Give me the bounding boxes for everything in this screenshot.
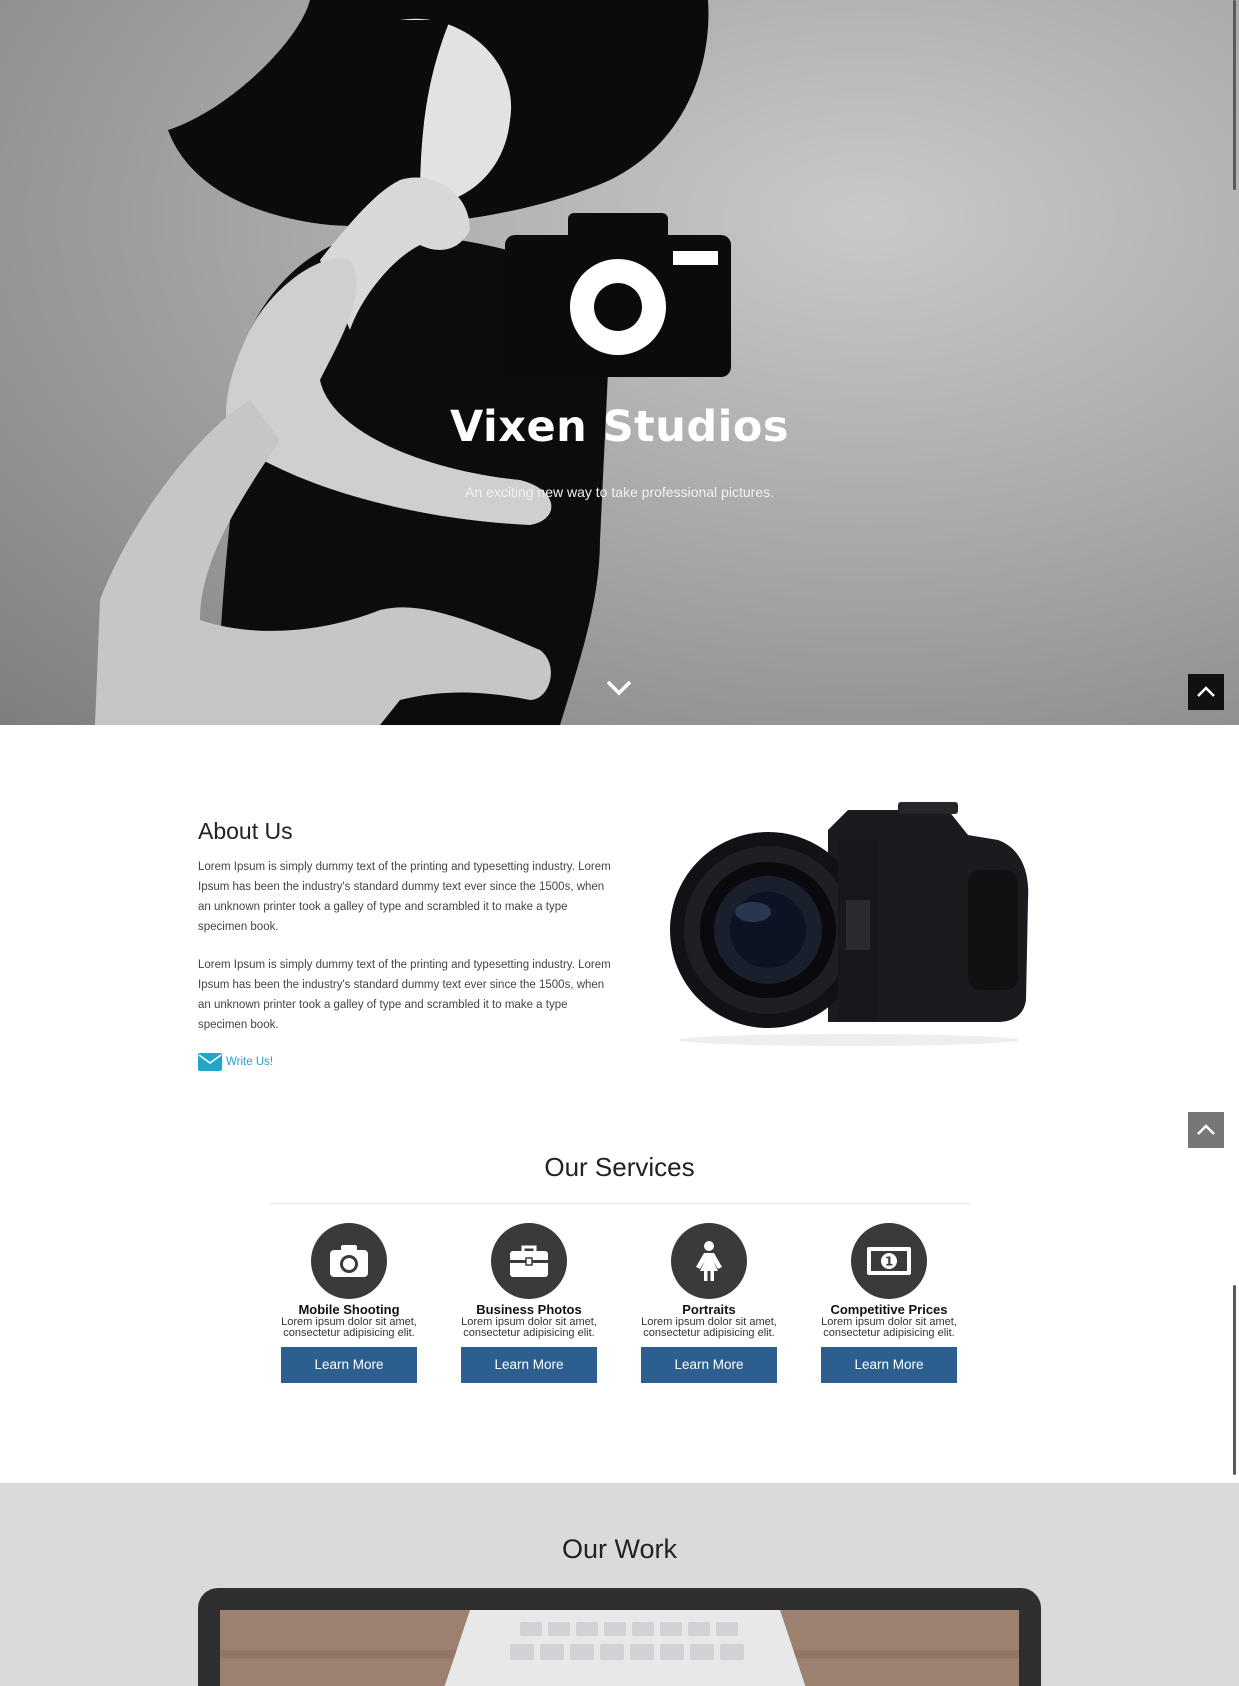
learn-more-button[interactable]: Learn More [641, 1347, 777, 1383]
dslr-camera-image [670, 802, 1029, 1046]
service-desc-line: consectetur adipisicing elit. [823, 1327, 955, 1339]
laptop-frame [198, 1588, 1041, 1686]
hero-tagline: An exciting new way to take professional… [465, 484, 774, 500]
write-us-link[interactable]: Write Us! [198, 1053, 618, 1071]
learn-more-button[interactable]: Learn More [461, 1347, 597, 1383]
chevron-down-icon[interactable] [605, 678, 633, 698]
service-card-competitive-prices: 1 Competitive Prices Lorem ipsum dolor s… [814, 1223, 964, 1383]
about-heading: About Us [198, 818, 293, 844]
envelope-icon [198, 1053, 222, 1071]
scroll-to-top-button[interactable] [1188, 1112, 1224, 1148]
service-desc-line: consectetur adipisicing elit. [463, 1327, 595, 1339]
camera-logo-icon [505, 213, 731, 377]
work-section: Our Work [0, 1483, 1239, 1686]
scroll-to-top-button[interactable] [1188, 674, 1224, 710]
learn-more-button[interactable]: Learn More [281, 1347, 417, 1383]
keyboard-photo [220, 1610, 1019, 1686]
write-us-label: Write Us! [226, 1056, 274, 1068]
service-card-mobile-shooting: Mobile Shooting Lorem ipsum dolor sit am… [274, 1223, 424, 1383]
briefcase-icon [510, 1245, 548, 1277]
about-paragraph: Lorem Ipsum is simply dummy text of the … [198, 861, 611, 933]
chevron-up-icon [1197, 1124, 1215, 1135]
camera-icon [330, 1245, 368, 1277]
service-title: Mobile Shooting [298, 1302, 400, 1317]
service-card-business-photos: Business Photos Lorem ipsum dolor sit am… [454, 1223, 604, 1383]
service-title: Business Photos [476, 1302, 582, 1317]
service-icon-circle: 1 [851, 1223, 927, 1299]
svg-text:1: 1 [885, 1255, 893, 1269]
service-title: Portraits [682, 1302, 736, 1317]
hero-title: Vixen Studios [449, 402, 790, 452]
work-title: Our Work [561, 1534, 677, 1564]
scrollbar-lower[interactable] [1233, 1285, 1236, 1475]
female-icon [696, 1241, 722, 1281]
chevron-up-icon [1197, 686, 1215, 697]
service-card-portraits: Portraits Lorem ipsum dolor sit amet, co… [634, 1223, 784, 1383]
service-icon-circle [671, 1223, 747, 1299]
portfolio-screen-image [220, 1610, 1019, 1686]
service-title: Competitive Prices [830, 1302, 948, 1317]
scrollbar-upper[interactable] [1233, 0, 1236, 190]
about-section: About Us Lorem Ipsum is simply dummy tex… [198, 818, 618, 1071]
about-paragraph: Lorem Ipsum is simply dummy text of the … [198, 959, 611, 1031]
service-icon-circle [311, 1223, 387, 1299]
learn-more-button[interactable]: Learn More [821, 1347, 957, 1383]
services-title: Our Services [544, 1152, 695, 1182]
hero-section: Vixen Studios An exciting new way to tak… [0, 0, 1239, 725]
money-icon: 1 [867, 1247, 911, 1275]
service-desc-line: consectetur adipisicing elit. [643, 1327, 775, 1339]
service-icon-circle [491, 1223, 567, 1299]
services-divider [270, 1203, 970, 1204]
service-desc-line: consectetur adipisicing elit. [283, 1327, 415, 1339]
